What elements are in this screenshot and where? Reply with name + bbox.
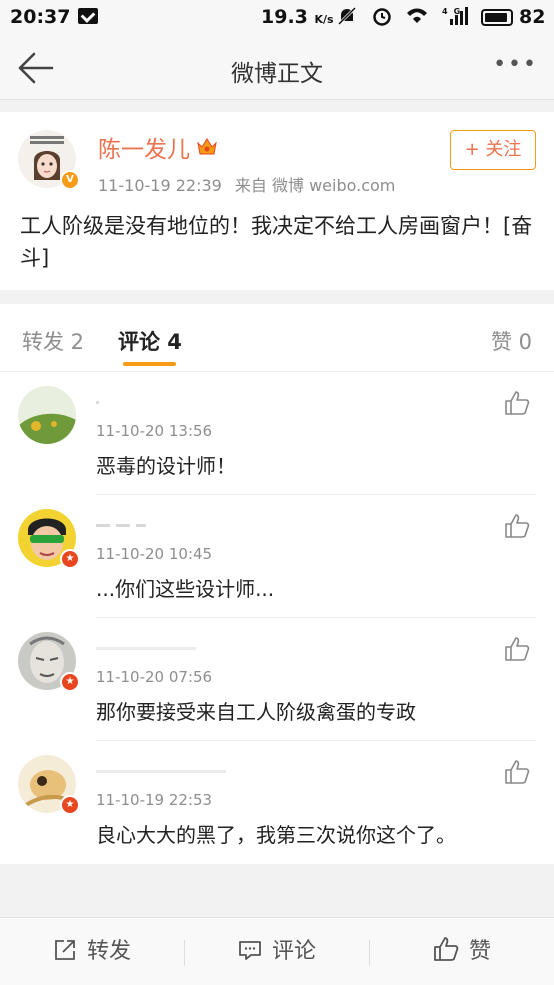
message-notification-icon <box>78 8 98 24</box>
battery-level: 82 <box>519 6 546 28</box>
comment-item: ★ 11-10-20 07:56 那你要接受来自工人阶级禽蛋的专政 <box>0 618 554 741</box>
commenter-avatar[interactable] <box>18 386 76 444</box>
svg-text:4G: 4G <box>442 7 466 16</box>
speed-unit: K/s <box>314 13 334 26</box>
post-content: 工人阶级是没有地位的！我决定不给工人房画窗户！[奋斗] <box>20 214 533 270</box>
vip-crown-icon <box>197 138 217 155</box>
commenter-name-obscured <box>96 761 226 777</box>
comment-text: 恶毒的设计师！ <box>96 454 236 478</box>
comment-item: ★ 11-10-19 22:53 良心大大的黑了，我第三次说你这个了。 <box>0 741 554 864</box>
verified-badge-icon: ★ <box>60 795 80 815</box>
signal-4g-icon: 4G <box>442 7 468 25</box>
tab-repost[interactable]: 转发 2 <box>22 326 84 356</box>
repost-label: 转发 <box>86 939 131 964</box>
wifi-icon <box>407 8 428 23</box>
thumbs-up-icon[interactable] <box>504 759 530 785</box>
verified-badge-icon: V <box>60 170 80 190</box>
commenter-avatar[interactable]: ★ <box>18 755 80 815</box>
alarm-icon <box>372 8 391 26</box>
status-bar: 20:37 19.3 K/s 4G 82 <box>0 0 554 36</box>
follow-button[interactable]: + 关注 <box>450 130 536 170</box>
page-title: 微博正文 <box>231 61 323 87</box>
like-button[interactable]: 赞 <box>370 918 554 985</box>
bottom-action-bar: 转发 评论 赞 <box>0 917 554 985</box>
status-time: 20:37 <box>10 6 71 28</box>
thumbs-up-icon[interactable] <box>504 636 530 662</box>
post-timestamp: 11-10-19 22:39 <box>98 176 222 195</box>
tab-like[interactable]: 赞 0 <box>491 326 532 356</box>
more-options-icon[interactable]: ••• <box>493 52 538 77</box>
commenter-name-obscured <box>96 638 216 654</box>
post-source: 来自 微博 weibo.com <box>234 176 396 195</box>
thumbs-up-icon <box>434 937 459 961</box>
verified-badge-icon: ★ <box>60 672 80 692</box>
thumbs-up-icon[interactable] <box>504 513 530 539</box>
comment-text: ...你们这些设计师... <box>96 577 275 601</box>
comment-item: 11-10-20 13:56 恶毒的设计师！ <box>0 372 554 495</box>
commenter-name-obscured <box>96 515 216 531</box>
comment-list: 11-10-20 13:56 恶毒的设计师！ ★ 11-10-20 10:45 … <box>0 372 554 864</box>
post-author[interactable]: 陈一发儿 <box>98 130 190 164</box>
post-tabs: 转发 2 评论 4 赞 0 <box>0 304 554 372</box>
tab-comment[interactable]: 评论 4 <box>118 326 182 356</box>
comment-icon <box>239 941 261 960</box>
comment-text: 那你要接受来自工人阶级禽蛋的专政 <box>96 700 416 724</box>
comment-text: 良心大大的黑了，我第三次说你这个了。 <box>96 823 456 847</box>
battery-icon <box>481 9 513 26</box>
comment-time: 11-10-20 13:56 <box>96 422 213 440</box>
nav-bar: 微博正文 ••• <box>0 36 554 100</box>
comment-item: ★ 11-10-20 10:45 ...你们这些设计师... <box>0 495 554 618</box>
comment-label: 评论 <box>271 939 316 964</box>
avatar-image <box>18 386 76 444</box>
comment-time: 11-10-19 22:53 <box>96 791 213 809</box>
active-tab-indicator <box>123 362 176 366</box>
commenter-avatar[interactable]: ★ <box>18 509 80 569</box>
commenter-avatar[interactable]: ★ <box>18 632 80 692</box>
comment-time: 11-10-20 10:45 <box>96 545 213 563</box>
repost-icon <box>55 940 75 960</box>
network-speed: 19.3 K/s <box>261 6 334 28</box>
notifications-off-icon <box>337 6 357 26</box>
repost-button[interactable]: 转发 <box>0 918 184 985</box>
speed-value: 19.3 <box>261 6 308 28</box>
verified-badge-icon: ★ <box>60 549 80 569</box>
post-card: V 陈一发儿 11-10-19 22:39 来自 微博 weibo.com + … <box>0 112 554 290</box>
thumbs-up-icon[interactable] <box>504 390 530 416</box>
comment-time: 11-10-20 07:56 <box>96 668 213 686</box>
post-avatar[interactable]: V <box>18 130 80 190</box>
post-meta: 11-10-19 22:39 来自 微博 weibo.com <box>98 172 395 196</box>
comment-button[interactable]: 评论 <box>185 918 369 985</box>
like-label: 赞 <box>468 939 491 964</box>
status-icons: 4G <box>336 5 470 29</box>
commenter-name-obscured <box>96 392 216 408</box>
